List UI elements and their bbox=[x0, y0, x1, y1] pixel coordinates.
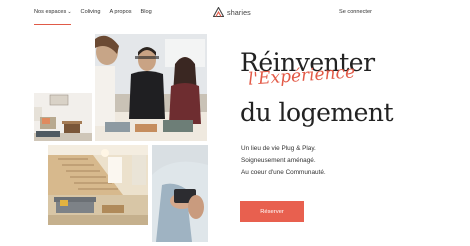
hero-subtitle: Un lieu de vie Plug & Play. Soigneusemen… bbox=[241, 143, 326, 179]
hero-title-line3: du logement bbox=[240, 98, 394, 127]
nav-item-nos-espaces[interactable]: Nos espaces⌄ bbox=[34, 9, 72, 15]
brand-name: sharies bbox=[227, 7, 251, 17]
brand-logo[interactable]: sharies bbox=[213, 7, 251, 17]
nav-item-a-propos[interactable]: A propos bbox=[109, 9, 131, 15]
logo-mark-icon bbox=[213, 7, 224, 17]
reserve-button[interactable]: Réserver bbox=[240, 201, 304, 222]
nav-item-coliving[interactable]: Coliving bbox=[81, 9, 101, 15]
hero-subtitle-line1: Un lieu de vie Plug & Play. bbox=[241, 145, 316, 152]
hero-subtitle-line2: Soigneusement aménagé. bbox=[241, 157, 316, 164]
hero-subtitle-line3: Au coeur d'une Communauté. bbox=[241, 169, 326, 176]
loft-photo bbox=[48, 145, 148, 225]
hero-title-script: l'Expérience bbox=[247, 62, 356, 90]
main-nav: Nos espaces⌄ Coliving A propos Blog bbox=[34, 9, 152, 15]
login-link[interactable]: Se connecter bbox=[339, 9, 372, 15]
phone-photo bbox=[152, 145, 208, 242]
active-nav-indicator bbox=[34, 24, 71, 25]
living-room-photo bbox=[34, 93, 92, 141]
chevron-down-icon: ⌄ bbox=[67, 9, 72, 15]
kitchen-photo bbox=[95, 34, 207, 141]
nav-item-blog[interactable]: Blog bbox=[141, 9, 152, 15]
